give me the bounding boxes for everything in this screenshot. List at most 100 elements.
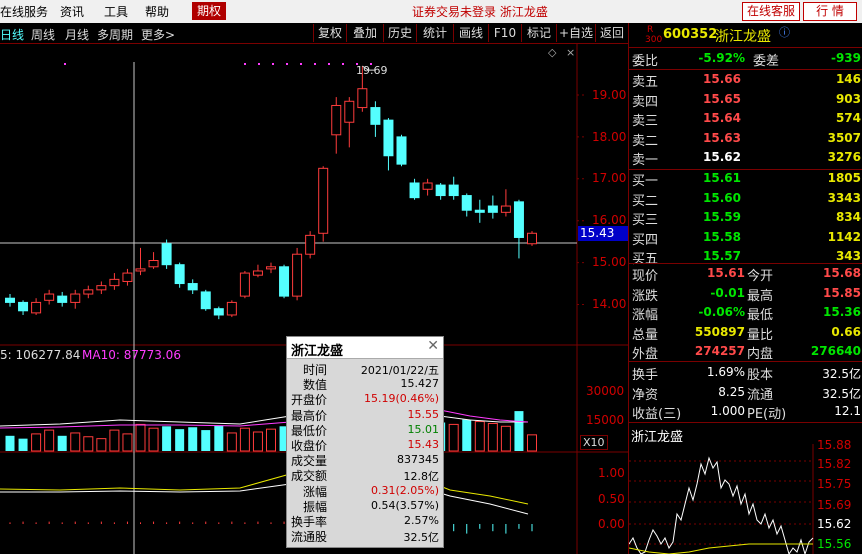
menu-news[interactable]: 资讯	[60, 3, 84, 20]
ask-price-2[interactable]: 15.64	[671, 111, 741, 125]
bid-price-1[interactable]: 15.60	[671, 191, 741, 205]
candle	[83, 285, 94, 299]
signal-dot	[314, 63, 316, 65]
candle	[239, 270, 250, 299]
volume-bar	[162, 426, 172, 451]
period-monthly[interactable]: 月线	[65, 26, 89, 43]
menu-tools[interactable]: 工具	[104, 3, 128, 20]
signal-dot	[258, 63, 260, 65]
intraday-price-line	[629, 456, 814, 554]
bid-price-3[interactable]: 15.58	[671, 230, 741, 244]
online-service-button[interactable]: 在线客服	[742, 2, 800, 21]
ask-volume-3: 3507	[827, 130, 861, 145]
macd-dea-line	[0, 451, 529, 505]
ask-price-3[interactable]: 15.63	[671, 131, 741, 145]
bid-price-2[interactable]: 15.59	[671, 210, 741, 224]
stat-label-3-0: 总量	[632, 327, 659, 343]
period-more[interactable]: 更多>	[141, 26, 175, 43]
vol-axis-label-30000: 30000	[586, 384, 625, 398]
close-icon[interactable]: ×	[566, 46, 575, 59]
stat-label-4-0: 外盘	[632, 347, 659, 362]
menu-help[interactable]: 帮助	[145, 3, 169, 20]
volume-bar	[201, 430, 211, 451]
menu-online-service[interactable]: 在线服务	[0, 3, 48, 20]
diamond-icon[interactable]: ◇	[548, 46, 557, 59]
volume-bar	[96, 438, 107, 452]
stat-value-0-0: 15.61	[707, 266, 745, 280]
candle	[31, 298, 42, 315]
ask-volume-2: 574	[835, 111, 861, 125]
divider	[629, 69, 862, 70]
toolbar-mark-button[interactable]: 标记	[521, 24, 556, 42]
stat-value-2-0: -0.06%	[698, 305, 745, 319]
stat-label-2-1: 最低	[747, 308, 774, 323]
popup-title-bar[interactable]: 浙江龙盛 ✕	[287, 337, 443, 359]
stock-name: 浙江龙盛	[715, 29, 771, 45]
kline-info-popup[interactable]: 浙江龙盛 ✕ 时间 2021/01/22/五 数值 15.427 开盘价 15.19(0.…	[286, 336, 444, 548]
bid-price-4[interactable]: 15.57	[671, 249, 741, 263]
bid-volume-2: 834	[835, 210, 861, 224]
popup-value-8: 0.31(2.05%)	[370, 483, 439, 497]
bid-volume-4: 343	[835, 249, 861, 263]
toolbar-fuquan-button[interactable]: 复权	[313, 24, 346, 42]
toolbar-f10-button[interactable]: F10	[488, 24, 521, 42]
candle	[396, 134, 407, 167]
price-axis-label-1500: 15.00	[592, 255, 627, 269]
candle	[174, 262, 185, 288]
candle	[187, 279, 198, 295]
volume-bar	[148, 427, 159, 452]
stat2-value-1-0: 8.25	[718, 384, 745, 399]
menu-options-tab[interactable]: 期权	[192, 2, 226, 20]
popup-value-4: 15.01	[407, 422, 440, 436]
divider	[629, 422, 862, 423]
stat-value-0-1: 15.68	[823, 266, 861, 280]
stat-value-2-1: 15.36	[823, 305, 861, 319]
popup-close-icon[interactable]: ✕	[427, 338, 439, 354]
volume-bar	[474, 421, 485, 452]
toolbar-stats-button[interactable]: 统计	[416, 24, 453, 42]
vol-unit-label: X10	[580, 435, 608, 450]
ask-volume-0: 146	[835, 72, 861, 86]
toolbar-draw-button[interactable]: 画线	[453, 24, 488, 42]
candle	[409, 178, 420, 200]
signal-dot	[64, 63, 66, 65]
quote-panel: R 300 600352 浙江龙盛 ⓘ 委比 -5.92% 委差 -939 卖五…	[628, 23, 862, 554]
candle	[318, 166, 329, 242]
stat-value-3-1: 0.66	[831, 324, 861, 339]
candle	[344, 97, 355, 148]
volume-bar	[448, 423, 459, 452]
toolbar-overlay-button[interactable]: 叠加	[346, 24, 383, 42]
popup-value-5: 15.43	[407, 438, 440, 451]
stat2-label-1-1: 流通	[747, 387, 774, 403]
volume-bar	[239, 427, 250, 452]
stat2-value-0-1: 32.5亿	[822, 367, 861, 381]
period-multi[interactable]: 多周期	[97, 26, 133, 43]
popup-label-11: 流通股	[291, 530, 328, 545]
webi-label: 委比	[632, 54, 659, 69]
volume-bar	[514, 411, 524, 451]
ask-price-4[interactable]: 15.62	[671, 150, 741, 164]
volume-bar	[487, 422, 498, 452]
toolbar-history-button[interactable]: 历史	[383, 24, 416, 42]
candle	[331, 97, 342, 154]
volume-bar	[31, 433, 42, 452]
ask-price-0[interactable]: 15.66	[671, 72, 741, 86]
candle	[200, 289, 211, 311]
period-weekly[interactable]: 周线	[31, 26, 55, 43]
divider	[629, 361, 862, 362]
stat2-label-1-0: 净资	[632, 387, 659, 403]
period-daily[interactable]: 日线	[0, 26, 24, 43]
popup-value-6: 837345	[397, 453, 439, 467]
ask-price-1[interactable]: 15.65	[671, 92, 741, 106]
toolbar-add-watchlist-button[interactable]: +自选	[556, 24, 595, 42]
volume-bar	[266, 428, 276, 452]
bid-price-0[interactable]: 15.61	[671, 171, 741, 185]
volume-bar	[135, 423, 146, 452]
info-icon[interactable]: ⓘ	[779, 24, 790, 40]
quote-button[interactable]: 行 情	[803, 2, 857, 21]
volume-bar	[57, 435, 67, 451]
stat2-value-2-0: 1.000	[710, 404, 745, 418]
toolbar-back-button[interactable]: 返回	[595, 24, 628, 42]
popup-value-10: 2.57%	[404, 514, 439, 527]
bid-volume-3: 1142	[827, 229, 861, 244]
